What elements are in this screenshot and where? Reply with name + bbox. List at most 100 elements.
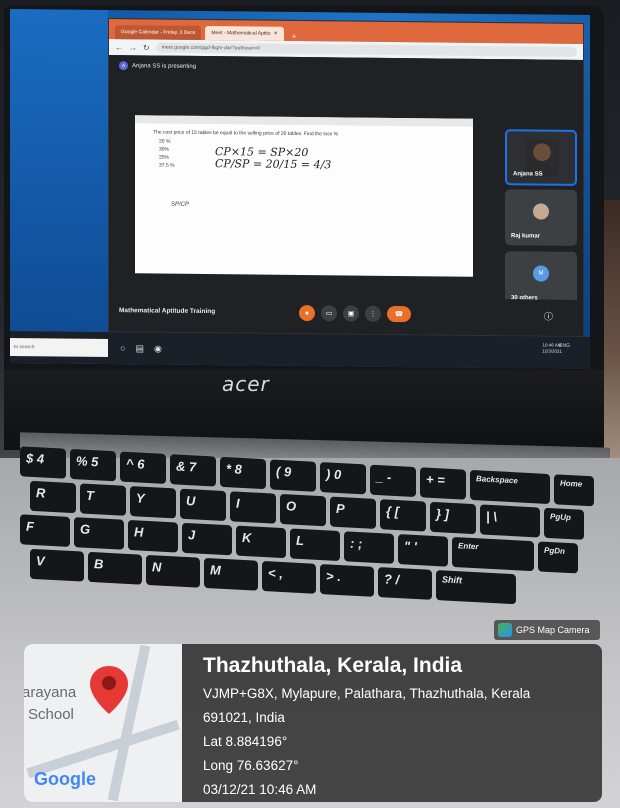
tab-meet[interactable]: Meet - Mathematical Aptitu ✕ bbox=[205, 26, 284, 41]
taskbar-icons: ○ ▤ ◉ bbox=[120, 343, 162, 354]
laptop-brand-logo: acer bbox=[222, 372, 270, 396]
google-logo-text: Google bbox=[34, 769, 96, 789]
key-enter: Enter bbox=[452, 536, 534, 572]
key: N bbox=[146, 554, 200, 588]
meet-control-bar: Mathematical Aptitude Training ● ▭ ▣ ⋮ ☎… bbox=[109, 294, 583, 336]
key: < , bbox=[262, 560, 316, 594]
tab-label: Meet - Mathematical Aptitu bbox=[211, 30, 271, 37]
participant-tile[interactable]: Raj kumar bbox=[505, 189, 577, 246]
gps-app-name: GPS Map Camera bbox=[516, 625, 590, 635]
participant-video bbox=[525, 139, 559, 176]
shared-toolbar bbox=[135, 115, 473, 127]
tab-google-calendar[interactable]: Google Calendar - Friday, 3 Dece bbox=[115, 25, 202, 40]
key: { [ bbox=[380, 499, 426, 532]
file-explorer-icon[interactable]: ▤ bbox=[135, 343, 144, 354]
key: M bbox=[204, 557, 258, 591]
key: I bbox=[230, 491, 276, 524]
longitude: Long 76.63627° bbox=[203, 758, 299, 773]
location-pin-icon bbox=[90, 666, 128, 714]
answer-options: 20 % 30% 25% 37.5 % bbox=[159, 138, 175, 170]
presenting-text: Anjana SS is presenting bbox=[132, 62, 197, 70]
key: $ 4 bbox=[20, 446, 66, 479]
key: | \ bbox=[480, 504, 540, 538]
key: R bbox=[30, 480, 76, 514]
map-label: arayana bbox=[24, 684, 77, 701]
work-line: CP/SP = 20/15 = 4/3 bbox=[215, 157, 332, 172]
address-line: VJMP+G8X, Mylapure, Palathara, Thazhutha… bbox=[203, 686, 531, 701]
key: > . bbox=[320, 564, 374, 597]
participant-name: Anjana SS bbox=[513, 171, 543, 178]
shared-screen: The cost price of 15 tables be equal to … bbox=[135, 115, 473, 277]
key: B bbox=[88, 551, 142, 585]
key-shift: Shift bbox=[436, 570, 516, 605]
key: P bbox=[330, 496, 376, 529]
key: T bbox=[80, 483, 126, 516]
key: ) 0 bbox=[320, 462, 366, 495]
key: ^ 6 bbox=[120, 451, 166, 484]
latitude: Lat 8.884196° bbox=[203, 734, 288, 749]
key: & 7 bbox=[170, 454, 216, 487]
camera-icon[interactable]: ▭ bbox=[321, 305, 337, 322]
presenting-banner: A Anjana SS is presenting bbox=[119, 61, 196, 71]
laptop-screen: Google Calendar - Friday, 3 Dece Meet - … bbox=[10, 8, 590, 370]
option: 30% bbox=[159, 146, 170, 153]
key: _ - bbox=[370, 464, 416, 498]
close-icon[interactable]: ✕ bbox=[274, 31, 278, 37]
key: G bbox=[74, 517, 124, 550]
taskbar-search[interactable]: to search bbox=[10, 337, 108, 357]
call-controls: ● ▭ ▣ ⋮ ☎ bbox=[299, 304, 411, 323]
key: K bbox=[236, 525, 286, 559]
location-map: arayana School Google bbox=[24, 644, 182, 802]
key: H bbox=[128, 519, 178, 553]
key: U bbox=[180, 488, 226, 522]
participant-name: Raj kumar bbox=[511, 233, 541, 240]
url-field[interactable]: meet.google.com/pgd-fkgm-dwr?authuser=0 bbox=[155, 42, 577, 57]
info-icon[interactable]: ⓘ bbox=[544, 310, 553, 323]
desktop-background bbox=[10, 8, 108, 332]
key: * 8 bbox=[220, 456, 266, 490]
avatar: M bbox=[533, 265, 549, 282]
key: ? / bbox=[378, 567, 432, 600]
windows-taskbar: to search ○ ▤ ◉ ENG 10:46 AM 12/3/2021 bbox=[10, 330, 590, 370]
key: J bbox=[182, 522, 232, 556]
clock-date: 12/3/2021 bbox=[541, 348, 562, 354]
browser-window: Google Calendar - Friday, 3 Dece Meet - … bbox=[108, 17, 584, 337]
question-text: The cost price of 15 tables be equal to … bbox=[153, 129, 339, 138]
back-icon[interactable]: ← bbox=[115, 43, 123, 52]
key: % 5 bbox=[70, 448, 116, 482]
google-logo: Google bbox=[34, 769, 96, 790]
mic-off-icon[interactable]: ● bbox=[299, 304, 315, 322]
key: + = bbox=[420, 467, 466, 500]
photo-scene: acer Google Calendar - Friday, 3 Dece Me… bbox=[0, 0, 620, 808]
chrome-icon[interactable]: ◉ bbox=[154, 343, 162, 354]
task-view-icon[interactable]: ○ bbox=[120, 343, 125, 354]
key-backspace: Backspace bbox=[470, 469, 550, 505]
avatar: A bbox=[119, 61, 128, 71]
more-options-icon[interactable]: ⋮ bbox=[365, 305, 381, 322]
hang-up-icon[interactable]: ☎ bbox=[387, 305, 411, 323]
key-pgup: PgUp bbox=[544, 507, 584, 540]
timestamp: 03/12/21 10:46 AM bbox=[203, 782, 317, 797]
key: Y bbox=[130, 486, 176, 519]
forward-icon[interactable]: → bbox=[129, 43, 137, 52]
handwritten-work: CP×15 = SP×20 CP/SP = 20/15 = 4/3 bbox=[215, 145, 332, 172]
tab-label: Google Calendar - Friday, 3 Dece bbox=[121, 29, 196, 36]
reload-icon[interactable]: ↻ bbox=[143, 43, 150, 52]
option: 37.5 % bbox=[159, 162, 175, 169]
gps-app-label: GPS Map Camera bbox=[494, 620, 600, 640]
place-name: Thazhuthala, Kerala, India bbox=[203, 654, 463, 677]
key-home: Home bbox=[554, 474, 594, 507]
taskbar-clock[interactable]: 10:46 AM 12/3/2021 bbox=[542, 343, 562, 355]
gps-camera-icon bbox=[498, 623, 512, 637]
new-tab-icon[interactable]: + bbox=[292, 32, 297, 41]
option: 20 % bbox=[159, 138, 171, 145]
participant-tile-active[interactable]: Anjana SS bbox=[505, 129, 577, 186]
key-pgdn: PgDn bbox=[538, 541, 578, 574]
avatar bbox=[533, 203, 549, 220]
key: } ] bbox=[430, 501, 476, 535]
key: " ' bbox=[398, 534, 448, 567]
present-icon[interactable]: ▣ bbox=[343, 305, 359, 322]
meet-view: A Anjana SS is presenting The cost price… bbox=[109, 54, 583, 336]
key: L bbox=[290, 528, 340, 562]
address-line: 691021, India bbox=[203, 710, 285, 725]
